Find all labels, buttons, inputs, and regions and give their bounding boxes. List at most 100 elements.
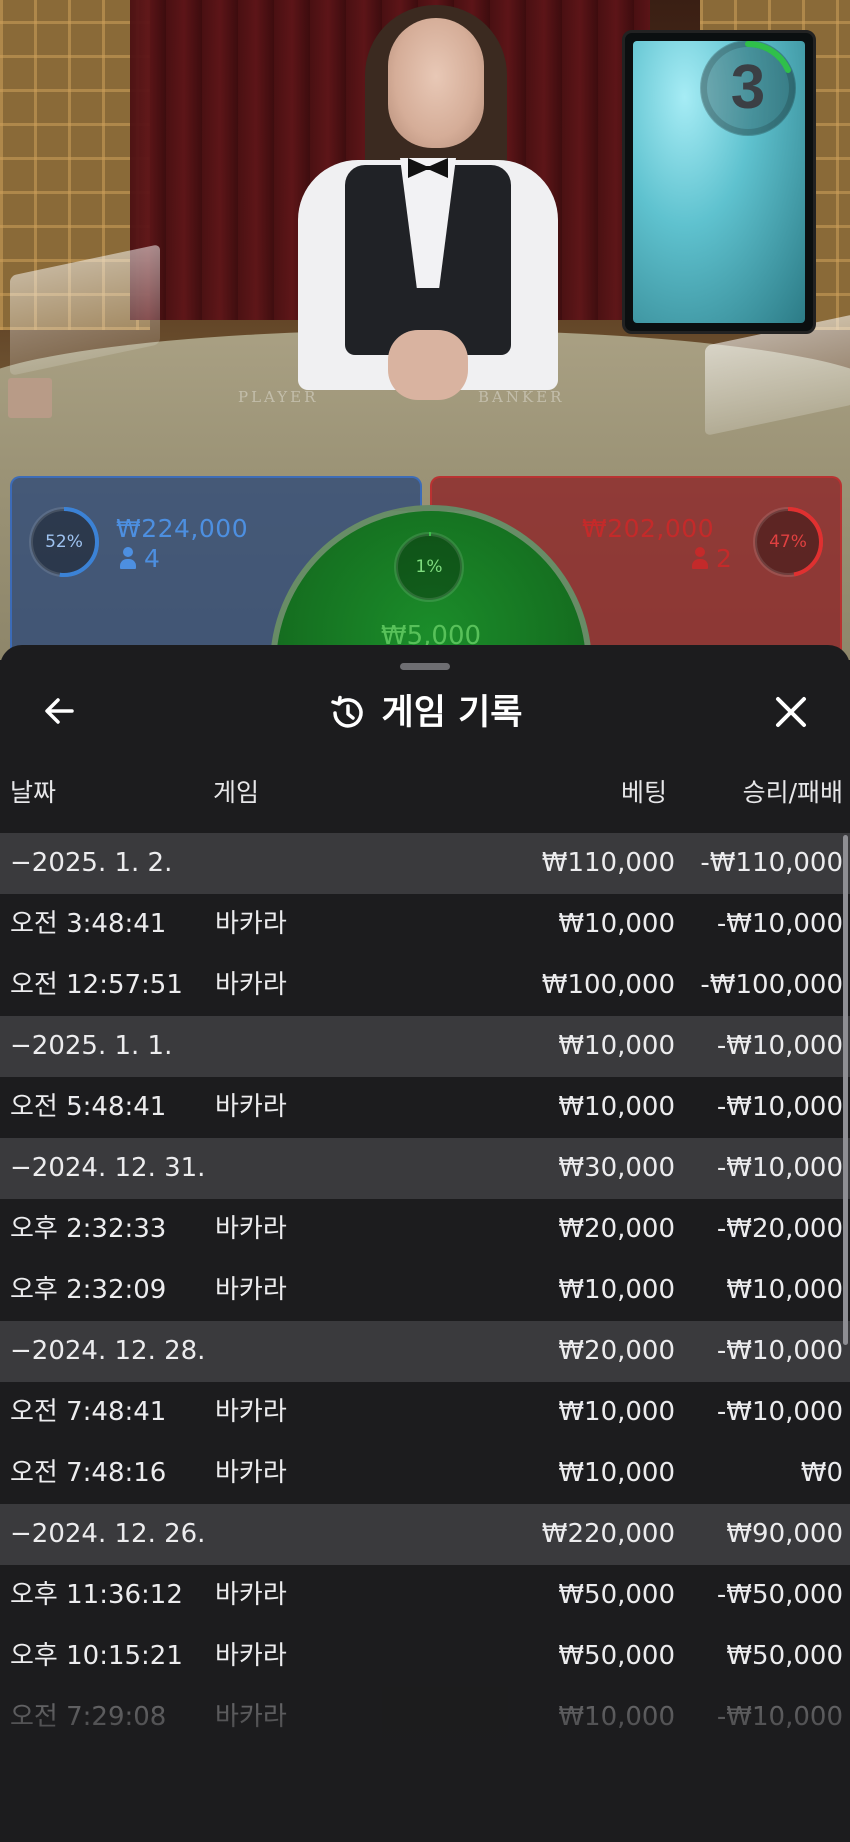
cell-bet: ₩10,000 [558, 1702, 675, 1732]
cell-bet: ₩10,000 [558, 909, 675, 939]
cell-date: −2024. 12. 26. [10, 1519, 206, 1549]
dealer-hands [388, 330, 468, 400]
card-stack [8, 378, 52, 418]
cell-date: 오전 5:48:41 [10, 1092, 167, 1122]
cell-date: 오후 11:36:12 [10, 1580, 183, 1610]
history-clock-icon [330, 695, 363, 728]
cell-result: -₩10,000 [716, 909, 843, 939]
cell-result: -₩10,000 [716, 1031, 843, 1061]
cell-game: 바카라 [215, 1458, 287, 1488]
table-row[interactable]: 오후 10:15:21 바카라 ₩50,000 ₩50,000 [0, 1626, 850, 1687]
cell-date: 오전 12:57:51 [10, 970, 183, 1000]
table-row[interactable]: 오전 7:48:41 바카라 ₩10,000 -₩10,000 [0, 1382, 850, 1443]
column-header-date[interactable]: 날짜 [10, 773, 56, 813]
table-label-player: PLAYER [238, 388, 319, 406]
date-group-row[interactable]: −2024. 12. 31. ₩30,000 -₩10,000 [0, 1138, 850, 1199]
cell-result: -₩10,000 [716, 1702, 843, 1732]
cell-date: 오전 7:29:08 [10, 1702, 167, 1732]
close-icon [776, 697, 806, 727]
banker-bet-amount: ₩202,000 [582, 514, 715, 543]
cell-game: 바카라 [215, 970, 287, 1000]
cell-result: -₩50,000 [716, 1580, 843, 1610]
cell-game: 바카라 [215, 1092, 287, 1122]
cell-bet: ₩100,000 [541, 970, 675, 1000]
cell-bet: ₩10,000 [558, 1397, 675, 1427]
cell-date: 오후 2:32:09 [10, 1275, 167, 1305]
page-title: 게임 기록 [381, 693, 523, 733]
cell-date: −2025. 1. 2. [10, 848, 173, 878]
cell-date: 오후 2:32:33 [10, 1214, 167, 1244]
cell-bet: ₩20,000 [558, 1336, 675, 1366]
countdown-number: 3 [730, 53, 766, 122]
cell-result: ₩50,000 [726, 1641, 843, 1671]
table-label-banker: BANKER [478, 388, 565, 406]
cell-game: 바카라 [215, 1641, 287, 1671]
cell-game: 바카라 [215, 909, 287, 939]
column-header-game[interactable]: 게임 [213, 773, 259, 813]
cell-bet: ₩50,000 [558, 1641, 675, 1671]
cell-result: -₩20,000 [716, 1214, 843, 1244]
tie-percent: 1% [415, 557, 443, 577]
cell-bet: ₩30,000 [558, 1153, 675, 1183]
date-group-row[interactable]: −2024. 12. 28. ₩20,000 -₩10,000 [0, 1321, 850, 1382]
banker-count-value: 2 [716, 544, 732, 573]
cell-bet: ₩10,000 [558, 1275, 675, 1305]
cell-result: -₩10,000 [716, 1153, 843, 1183]
cell-date: −2024. 12. 28. [10, 1336, 206, 1366]
date-group-row[interactable]: −2025. 1. 2. ₩110,000 -₩110,000 [0, 833, 850, 894]
person-icon [120, 547, 136, 569]
cell-date: 오전 7:48:16 [10, 1458, 167, 1488]
table-row[interactable]: 오전 7:29:08 바카라 ₩10,000 -₩10,000 [0, 1687, 850, 1748]
column-header-bet[interactable]: 베팅 [621, 773, 667, 813]
cell-result: -₩100,000 [700, 970, 843, 1000]
player-percent-ring: 52% [26, 504, 102, 580]
cell-result: ₩10,000 [726, 1275, 843, 1305]
table-row[interactable]: 오후 11:36:12 바카라 ₩50,000 -₩50,000 [0, 1565, 850, 1626]
cell-bet: ₩110,000 [541, 848, 675, 878]
table-row[interactable]: 오전 3:48:41 바카라 ₩10,000 -₩10,000 [0, 894, 850, 955]
cell-result: ₩0 [800, 1458, 843, 1488]
date-group-row[interactable]: −2024. 12. 26. ₩220,000 ₩90,000 [0, 1504, 850, 1565]
banker-percent: 47% [769, 532, 807, 552]
cell-game: 바카라 [215, 1397, 287, 1427]
history-table[interactable]: −2025. 1. 2. ₩110,000 -₩110,000 오전 3:48:41 바… [0, 833, 850, 1748]
cell-date: 오전 3:48:41 [10, 909, 167, 939]
tie-percent-ring: 1% [391, 529, 467, 605]
game-history-sheet: 게임 기록 날짜 게임 베팅 승리/패배 −2025. 1. 2. ₩110,00… [0, 645, 850, 1842]
cell-game: 바카라 [215, 1580, 287, 1610]
table-row[interactable]: 오전 12:57:51 바카라 ₩100,000 -₩100,000 [0, 955, 850, 1016]
cell-result: -₩10,000 [716, 1336, 843, 1366]
player-count-value: 4 [144, 544, 160, 573]
cell-bet: ₩220,000 [541, 1519, 675, 1549]
date-group-row[interactable]: −2025. 1. 1. ₩10,000 -₩10,000 [0, 1016, 850, 1077]
cell-date: 오후 10:15:21 [10, 1641, 183, 1671]
cell-result: -₩10,000 [716, 1397, 843, 1427]
cell-result: ₩90,000 [726, 1519, 843, 1549]
cell-game: 바카라 [215, 1702, 287, 1732]
banker-count: 2 [692, 544, 732, 573]
person-icon [692, 547, 708, 569]
cell-bet: ₩50,000 [558, 1580, 675, 1610]
cell-date: −2024. 12. 31. [10, 1153, 206, 1183]
table-row[interactable]: 오후 2:32:09 바카라 ₩10,000 ₩10,000 [0, 1260, 850, 1321]
cell-bet: ₩10,000 [558, 1092, 675, 1122]
cell-game: 바카라 [215, 1275, 287, 1305]
player-count: 4 [120, 544, 160, 573]
column-header-result[interactable]: 승리/패배 [743, 773, 843, 813]
scrollbar[interactable] [843, 835, 848, 1345]
sheet-grabber[interactable] [400, 663, 450, 670]
countdown-timer: 3 [700, 40, 796, 136]
cell-result: -₩110,000 [700, 848, 843, 878]
close-button[interactable] [768, 689, 814, 735]
table-row[interactable]: 오전 5:48:41 바카라 ₩10,000 -₩10,000 [0, 1077, 850, 1138]
cell-date: 오전 7:48:41 [10, 1397, 167, 1427]
player-percent: 52% [45, 532, 83, 552]
player-bet-amount: ₩224,000 [116, 514, 249, 543]
sheet-header: 게임 기록 [0, 685, 850, 741]
cell-bet: ₩10,000 [558, 1031, 675, 1061]
cell-game: 바카라 [215, 1214, 287, 1244]
table-row[interactable]: 오전 7:48:16 바카라 ₩10,000 ₩0 [0, 1443, 850, 1504]
banker-percent-ring: 47% [750, 504, 826, 580]
table-row[interactable]: 오후 2:32:33 바카라 ₩20,000 -₩20,000 [0, 1199, 850, 1260]
dealer-face [388, 18, 484, 148]
